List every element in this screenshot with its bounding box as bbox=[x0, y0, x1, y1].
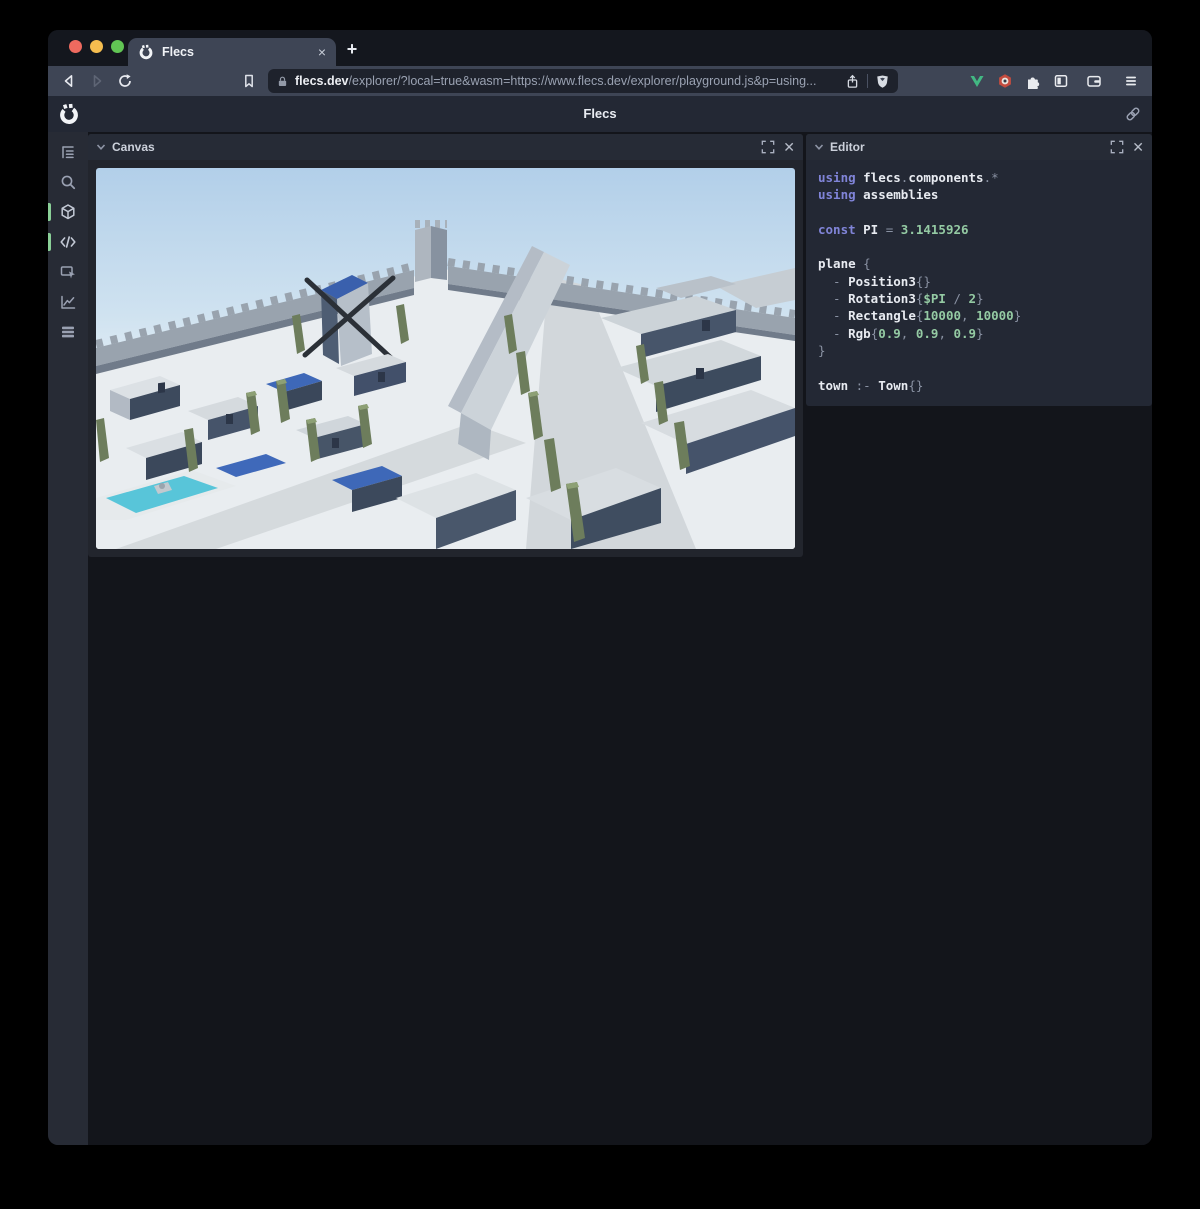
canvas-3d-scene[interactable] bbox=[96, 168, 795, 549]
forward-icon[interactable] bbox=[89, 73, 105, 89]
back-icon[interactable] bbox=[61, 73, 77, 89]
tab-title: Flecs bbox=[162, 45, 194, 59]
new-tab-button[interactable]: + bbox=[341, 39, 363, 61]
code-line: - Rgb{0.9, 0.9, 0.9} bbox=[818, 325, 1140, 342]
data-table-icon bbox=[59, 323, 77, 341]
code-editor-icon bbox=[59, 233, 77, 251]
url-domain: flecs.dev bbox=[295, 74, 349, 88]
fullscreen-icon[interactable] bbox=[1110, 140, 1124, 154]
code-line: using assemblies bbox=[818, 186, 1140, 203]
canvas-panel-header: Canvas ✕ bbox=[88, 134, 803, 160]
code-line: - Position3{} bbox=[818, 273, 1140, 290]
browser-toolbar: flecs.dev /explorer/?local=true&wasm=htt… bbox=[48, 66, 1152, 96]
browser-tab[interactable]: Flecs × bbox=[128, 38, 336, 66]
editor-code[interactable]: using flecs.components.*using assemblies… bbox=[806, 160, 1152, 406]
canvas-panel-body bbox=[88, 160, 803, 557]
editor-panel: Editor ✕ using flecs.components.*usin bbox=[806, 134, 1152, 406]
code-line bbox=[818, 359, 1140, 376]
vue-devtools-icon[interactable] bbox=[969, 73, 985, 89]
brave-shield-icon[interactable] bbox=[875, 74, 890, 89]
flecs-favicon-icon bbox=[138, 44, 154, 60]
workspace: Canvas ✕ bbox=[88, 132, 1152, 1145]
tab-close-icon[interactable]: × bbox=[318, 45, 326, 59]
screenshot: Flecs × + bbox=[0, 0, 1200, 1209]
watchtower-side bbox=[431, 226, 447, 280]
permalink-icon[interactable] bbox=[1125, 106, 1141, 122]
browser-window: Flecs × + bbox=[48, 30, 1152, 1145]
code-line: } bbox=[818, 342, 1140, 359]
bookmark-icon[interactable] bbox=[241, 73, 257, 89]
zoom-window-button[interactable] bbox=[111, 40, 124, 53]
code-line: - Rectangle{10000, 10000} bbox=[818, 307, 1140, 324]
chevron-down-icon[interactable] bbox=[96, 142, 106, 152]
share-icon[interactable] bbox=[845, 74, 860, 89]
canvas-panel: Canvas ✕ bbox=[88, 134, 803, 557]
app-sidebar bbox=[48, 132, 88, 1145]
reload-icon[interactable] bbox=[117, 73, 133, 89]
fullscreen-icon[interactable] bbox=[761, 140, 775, 154]
page-title: Flecs bbox=[48, 96, 1152, 132]
close-window-button[interactable] bbox=[69, 40, 82, 53]
sidebar-item-stats[interactable] bbox=[48, 287, 88, 317]
sidebar-item-editor[interactable] bbox=[48, 227, 88, 257]
entity-tree-icon bbox=[59, 143, 77, 161]
code-line bbox=[818, 204, 1140, 221]
url-divider bbox=[867, 74, 868, 88]
code-line: using flecs.components.* bbox=[818, 169, 1140, 186]
close-icon[interactable]: ✕ bbox=[1132, 140, 1144, 154]
wallet-icon[interactable] bbox=[1086, 73, 1102, 89]
sidebar-toggle-icon[interactable] bbox=[1053, 73, 1069, 89]
close-icon[interactable]: ✕ bbox=[783, 140, 795, 154]
stats-chart-icon bbox=[59, 293, 77, 311]
code-line bbox=[818, 238, 1140, 255]
watchtower bbox=[415, 226, 431, 282]
sidebar-item-tables[interactable] bbox=[48, 317, 88, 347]
menu-icon[interactable] bbox=[1123, 73, 1139, 89]
code-line: plane { bbox=[818, 255, 1140, 272]
chevron-down-icon[interactable] bbox=[814, 142, 824, 152]
scene-canvas-icon bbox=[59, 203, 77, 221]
editor-panel-header: Editor ✕ bbox=[806, 134, 1152, 160]
sidebar-item-entity-tree[interactable] bbox=[48, 137, 88, 167]
editor-panel-title: Editor bbox=[830, 140, 865, 154]
app-header: Flecs bbox=[48, 96, 1152, 132]
extensions-puzzle-icon[interactable] bbox=[1025, 73, 1041, 89]
sidebar-item-inspector[interactable] bbox=[48, 257, 88, 287]
sidebar-item-search[interactable] bbox=[48, 167, 88, 197]
code-line: const PI = 3.1415926 bbox=[818, 221, 1140, 238]
minimize-window-button[interactable] bbox=[90, 40, 103, 53]
canvas-panel-title: Canvas bbox=[112, 140, 155, 154]
inspector-icon bbox=[59, 263, 77, 281]
lock-icon bbox=[276, 75, 289, 88]
url-bar[interactable]: flecs.dev /explorer/?local=true&wasm=htt… bbox=[268, 69, 898, 93]
code-line: town :- Town{} bbox=[818, 377, 1140, 394]
traffic-lights bbox=[69, 40, 124, 53]
search-icon bbox=[59, 173, 77, 191]
url-path: /explorer/?local=true&wasm=https://www.f… bbox=[349, 74, 839, 88]
tab-strip: Flecs × + bbox=[48, 30, 1152, 66]
sidebar-item-scene[interactable] bbox=[48, 197, 88, 227]
code-line: - Rotation3{$PI / 2} bbox=[818, 290, 1140, 307]
hex-extension-icon[interactable] bbox=[997, 73, 1013, 89]
